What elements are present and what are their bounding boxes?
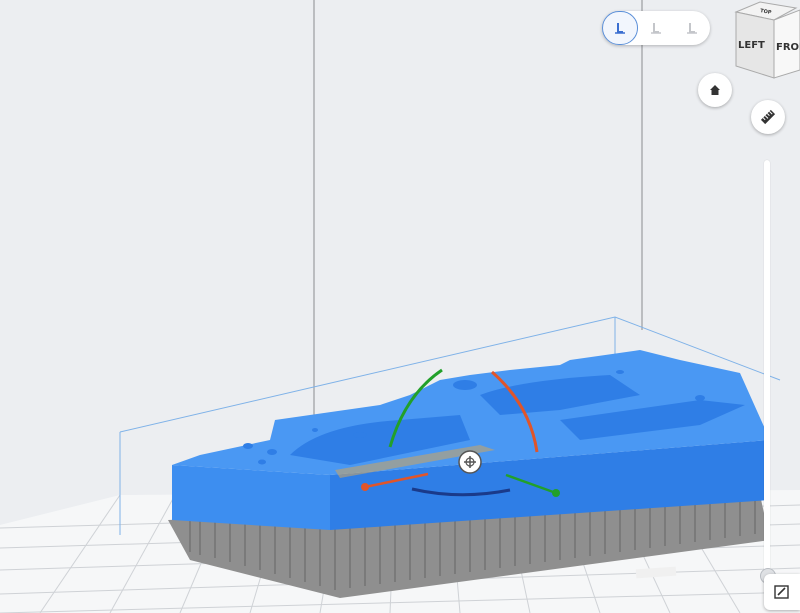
layer-slider-track[interactable] [764, 160, 770, 580]
view-cube-left-label: LEFT [738, 40, 765, 51]
support-view-toggle [602, 11, 710, 45]
view-cube[interactable]: TOP LEFT FRONT [730, 0, 800, 80]
model-front-face [172, 465, 330, 530]
support-view-icon [651, 23, 661, 34]
support-view-icon [687, 23, 697, 34]
view-mode-button-1[interactable] [602, 11, 638, 45]
support-view-icon [615, 23, 625, 34]
ruler-icon [760, 109, 776, 125]
view-cube-front-label: FRONT [776, 42, 800, 53]
3d-viewport[interactable] [0, 0, 800, 613]
move-y-handle[interactable] [552, 489, 560, 497]
home-view-button[interactable] [698, 73, 732, 107]
move-x-handle[interactable] [361, 483, 369, 491]
view-mode-button-3[interactable] [674, 11, 710, 45]
measure-button[interactable] [751, 100, 785, 134]
gizmo-center-icon[interactable] [458, 450, 482, 474]
home-icon [710, 85, 720, 95]
edit-icon [774, 585, 789, 599]
view-mode-button-2[interactable] [638, 11, 674, 45]
edit-button[interactable] [764, 574, 800, 610]
